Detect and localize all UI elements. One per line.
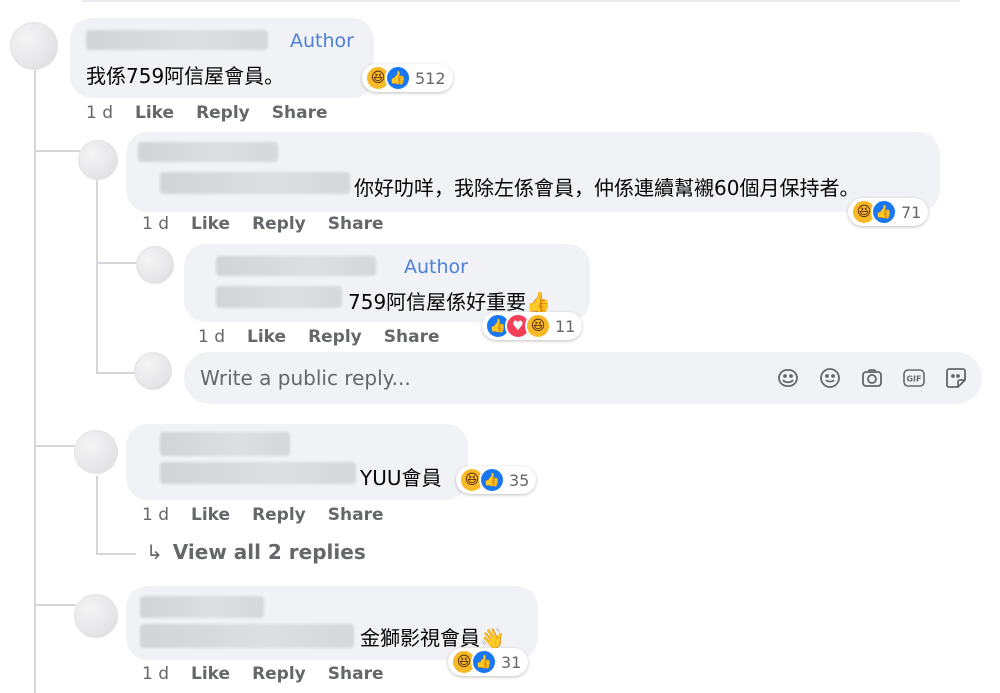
thread-line-sub-2 — [96, 476, 98, 554]
like-button[interactable]: Like — [247, 327, 286, 347]
avatar[interactable] — [74, 430, 118, 474]
like-reaction-icon: 👍 — [471, 649, 497, 675]
comment-actions: 1 d Like Reply Share — [142, 664, 406, 684]
view-all-replies-link[interactable]: ↳ View all 2 replies — [146, 540, 366, 564]
comment-actions: 1 d Like Reply Share — [86, 103, 350, 123]
sticker-icon[interactable] — [944, 366, 968, 390]
reaction-count: 512 — [415, 68, 446, 88]
comment-actions: 1 d Like Reply Share — [198, 327, 462, 347]
redacted-text — [160, 172, 350, 194]
thread-branch-6 — [34, 604, 76, 606]
comment-timestamp[interactable]: 1 d — [142, 664, 169, 684]
view-replies-label: View all 2 replies — [172, 540, 366, 564]
author-badge: Author — [290, 30, 354, 52]
author-name-redacted[interactable] — [140, 596, 264, 618]
redacted-text — [140, 624, 354, 648]
thread-branch-1 — [34, 150, 80, 152]
like-button[interactable]: Like — [191, 664, 230, 684]
reaction-count: 11 — [555, 316, 576, 336]
author-name-redacted[interactable] — [86, 30, 268, 50]
reaction-summary[interactable]: 😆 👍 35 — [456, 466, 537, 494]
reply-input[interactable] — [200, 366, 720, 390]
author-name-redacted[interactable] — [160, 432, 290, 456]
comment-timestamp[interactable]: 1 d — [142, 214, 169, 234]
gif-icon[interactable]: GIF — [902, 366, 926, 390]
reaction-count: 71 — [901, 202, 922, 222]
reaction-summary[interactable]: 😆 👍 31 — [448, 648, 529, 676]
comment-actions: 1 d Like Reply Share — [142, 505, 406, 525]
avatar[interactable] — [74, 594, 118, 638]
reaction-summary[interactable]: 😆 👍 71 — [848, 198, 929, 226]
comment-text: 你好叻咩，我除左係會員，仲係連續幫襯60個月保持者。 — [354, 176, 860, 200]
share-button[interactable]: Share — [328, 505, 384, 525]
thread-branch-5 — [96, 553, 136, 555]
like-reaction-icon: 👍 — [871, 199, 897, 225]
comment-timestamp[interactable]: 1 d — [198, 327, 225, 347]
reaction-count: 31 — [501, 652, 522, 672]
share-button[interactable]: Share — [328, 214, 384, 234]
haha-reaction-icon: 😆 — [525, 313, 551, 339]
comment-actions: 1 d Like Reply Share — [142, 214, 406, 234]
author-badge: Author — [404, 256, 468, 278]
like-reaction-icon: 👍 — [385, 65, 411, 91]
reply-button[interactable]: Reply — [252, 664, 306, 684]
comment-text: 我係759阿信屋會員。 — [86, 64, 285, 88]
comment-text: 金獅影視會員👋 — [360, 626, 505, 650]
avatar[interactable] — [10, 22, 58, 70]
reply-button[interactable]: Reply — [196, 103, 250, 123]
top-divider — [82, 0, 960, 2]
share-button[interactable]: Share — [272, 103, 328, 123]
reaction-count: 35 — [509, 470, 530, 490]
camera-icon[interactable] — [860, 366, 884, 390]
avatar[interactable] — [78, 140, 118, 180]
avatar-sticker-icon[interactable] — [776, 366, 800, 390]
thread-branch-2 — [96, 262, 138, 264]
like-button[interactable]: Like — [135, 103, 174, 123]
comment-timestamp[interactable]: 1 d — [86, 103, 113, 123]
redacted-text — [160, 462, 356, 484]
share-button[interactable]: Share — [328, 664, 384, 684]
reply-arrow-icon: ↳ — [146, 540, 163, 564]
comment-timestamp[interactable]: 1 d — [142, 505, 169, 525]
reply-button[interactable]: Reply — [252, 505, 306, 525]
author-name-redacted[interactable] — [138, 142, 278, 162]
avatar[interactable] — [136, 246, 174, 284]
comment-text: YUU會員 — [360, 466, 442, 490]
avatar — [134, 352, 172, 390]
thread-line-main — [34, 70, 36, 693]
comment-text: 759阿信屋係好重要👍 — [348, 290, 552, 314]
like-button[interactable]: Like — [191, 505, 230, 525]
reply-button[interactable]: Reply — [308, 327, 362, 347]
reply-composer: GIF — [184, 352, 982, 404]
thread-line-sub — [96, 178, 98, 374]
svg-text:GIF: GIF — [906, 375, 921, 384]
thread-branch-4 — [34, 445, 76, 447]
thread-branch-3 — [96, 372, 136, 374]
reaction-summary[interactable]: 👍 ♥ 😆 11 — [482, 312, 583, 340]
like-button[interactable]: Like — [191, 214, 230, 234]
redacted-text — [216, 286, 342, 308]
reply-button[interactable]: Reply — [252, 214, 306, 234]
emoji-icon[interactable] — [818, 366, 842, 390]
author-name-redacted[interactable] — [216, 256, 376, 276]
reaction-summary[interactable]: 😆 👍 512 — [362, 64, 453, 92]
like-reaction-icon: 👍 — [479, 467, 505, 493]
share-button[interactable]: Share — [384, 327, 440, 347]
